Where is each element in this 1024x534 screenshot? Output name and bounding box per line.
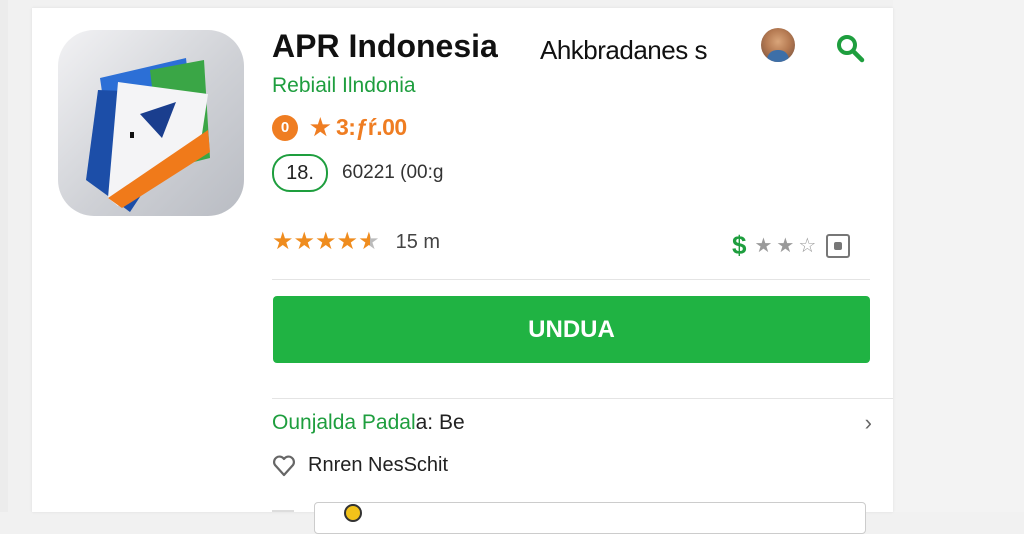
rating-summary: 0 ★ 3:ƒŕ.00 xyxy=(272,114,407,141)
search-button[interactable] xyxy=(832,30,868,66)
age-rating-badge: 18. xyxy=(272,154,328,192)
secondary-rating-row: $ ★ ★ ☆ xyxy=(732,230,851,261)
dollar-icon: $ xyxy=(732,230,747,260)
size-text: 60221 (00:g xyxy=(342,162,444,183)
report-icon[interactable] xyxy=(826,233,851,258)
chevron-right-icon: › xyxy=(864,410,872,435)
developer-link[interactable]: Rebiail Ilndonia xyxy=(272,74,416,98)
app-detail-card: APR Indonesia Ahkbradanes s Rebiail Ilnd… xyxy=(32,8,893,534)
install-button[interactable]: UNDUA xyxy=(273,296,870,363)
search-icon xyxy=(837,35,865,63)
bottom-input-field[interactable] xyxy=(314,502,866,534)
left-edge-strip xyxy=(0,0,8,512)
star-outline-icon: ★ xyxy=(754,235,773,257)
map-pin-icon xyxy=(344,504,362,522)
section-title: Ounjalda Padala: Be xyxy=(272,411,465,435)
app-logo-graphic xyxy=(86,58,210,212)
heart-icon[interactable] xyxy=(272,455,296,477)
star-icon: ★ xyxy=(315,228,337,255)
app-title-suffix: Ahkbradanes s xyxy=(540,35,707,65)
divider xyxy=(272,398,893,399)
info-row: Rnren NesSchit xyxy=(272,454,448,477)
star-icon: ★ xyxy=(336,228,359,255)
star-outline-icon: ★ xyxy=(776,235,795,257)
app-title: APR Indonesia xyxy=(272,28,498,64)
section-title-dark: a: Be xyxy=(415,411,465,434)
divider xyxy=(272,279,870,280)
rating-value: ★ 3:ƒŕ.00 xyxy=(310,114,407,140)
section-link-row[interactable]: Ounjalda Padala: Be › xyxy=(272,410,872,436)
rating-badge: 0 xyxy=(272,114,298,141)
age-size-row: 18. 60221 (00:g xyxy=(272,154,443,192)
star-icon: ★ xyxy=(293,228,316,255)
section-title-green: Ounjalda Padal xyxy=(272,411,416,434)
avatar[interactable] xyxy=(761,28,795,62)
star-outline-icon: ☆ xyxy=(798,235,817,257)
reviews-count: 15 m xyxy=(395,230,441,253)
right-blank-area xyxy=(893,0,1024,512)
half-star-icon: ★ xyxy=(358,228,380,255)
review-stars-row[interactable]: ★ ★ ★ ★ ★ 15 m xyxy=(272,230,440,254)
star-icon: ★ xyxy=(272,228,294,255)
app-logo-icon[interactable] xyxy=(58,30,244,216)
info-text: Rnren NesSchit xyxy=(308,454,449,476)
